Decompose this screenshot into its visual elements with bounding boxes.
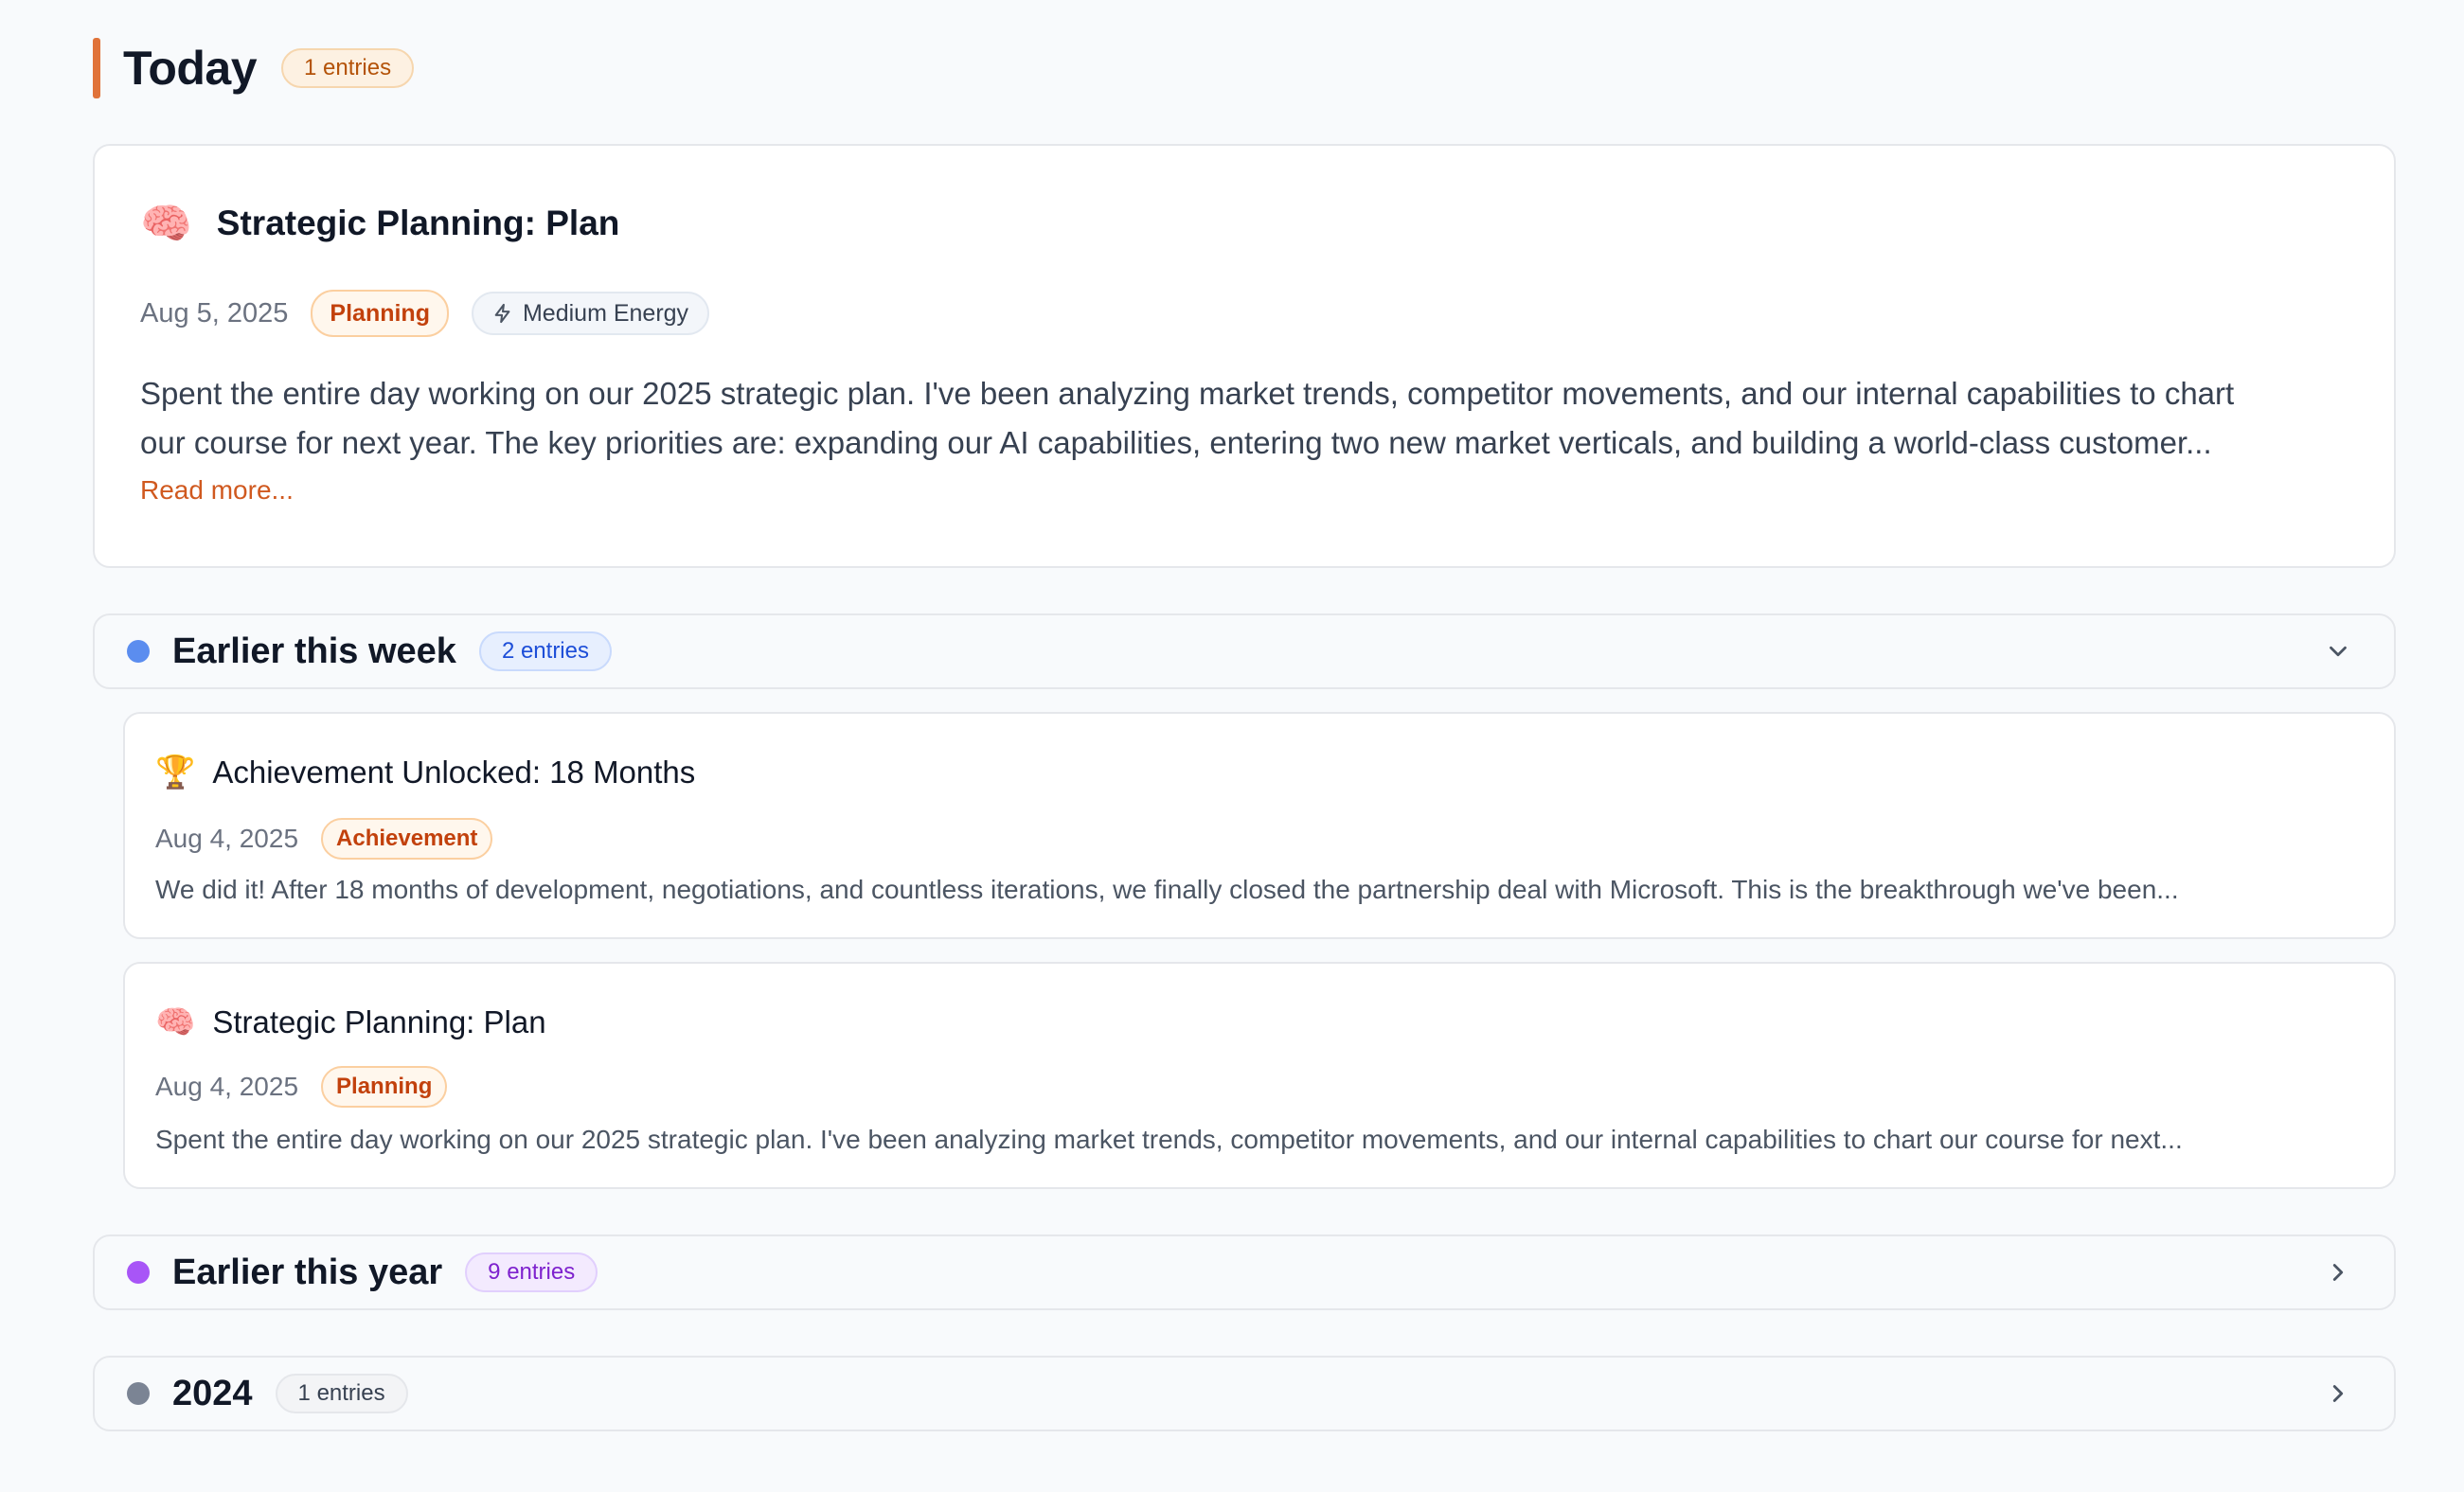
section-earlier-this-year[interactable]: Earlier this year 9 entries bbox=[93, 1234, 2396, 1310]
entry-card[interactable]: 🏆 Achievement Unlocked: 18 Months Aug 4,… bbox=[123, 712, 2396, 939]
category-tag: Achievement bbox=[321, 818, 493, 860]
journal-timeline: Today 1 entries 🧠 Strategic Planning: Pl… bbox=[0, 0, 2464, 1492]
entry-date: Aug 4, 2025 bbox=[155, 824, 299, 853]
section-count-badge: 2 entries bbox=[478, 631, 612, 671]
entry-title-row: 🧠 Strategic Planning: Plan bbox=[140, 199, 619, 248]
section-count-badge: 9 entries bbox=[465, 1252, 598, 1292]
today-title: Today bbox=[123, 42, 258, 95]
today-accent-bar bbox=[93, 38, 100, 98]
section-title: 2024 bbox=[172, 1373, 253, 1413]
energy-tag: Medium Energy bbox=[471, 292, 710, 335]
entry-date: Aug 4, 2025 bbox=[155, 1072, 299, 1101]
section-dot bbox=[127, 640, 150, 663]
entry-date: Aug 5, 2025 bbox=[140, 297, 289, 329]
entry-meta: Aug 4, 2025 Planning bbox=[155, 1066, 448, 1108]
entry-title: Achievement Unlocked: 18 Months bbox=[212, 755, 696, 790]
category-tag: Planning bbox=[321, 1066, 448, 1108]
brain-icon: 🧠 bbox=[155, 1004, 196, 1041]
energy-label: Medium Energy bbox=[522, 299, 689, 327]
trophy-icon: 🏆 bbox=[155, 754, 196, 791]
section-count-badge: 1 entries bbox=[275, 1374, 408, 1413]
chevron-right-icon[interactable] bbox=[2324, 1379, 2352, 1408]
lightning-icon bbox=[494, 303, 510, 324]
entry-meta: Aug 5, 2025 Planning Medium Energy bbox=[140, 290, 710, 337]
today-count-badge: 1 entries bbox=[281, 48, 415, 88]
section-title: Earlier this week bbox=[172, 631, 456, 671]
read-more-link[interactable]: Read more... bbox=[140, 475, 294, 506]
section-dot bbox=[127, 1261, 150, 1284]
entry-title-row: 🧠 Strategic Planning: Plan bbox=[155, 1004, 546, 1041]
entry-title: Strategic Planning: Plan bbox=[212, 1004, 546, 1039]
section-earlier-this-week[interactable]: Earlier this week 2 entries bbox=[93, 613, 2396, 689]
section-dot bbox=[127, 1382, 150, 1405]
section-title: Earlier this year bbox=[172, 1252, 443, 1292]
brain-icon: 🧠 bbox=[140, 200, 192, 248]
entry-meta: Aug 4, 2025 Achievement bbox=[155, 818, 493, 860]
entry-excerpt: We did it! After 18 months of developmen… bbox=[155, 875, 2179, 904]
excerpt-line-1: Spent the entire day working on our 2025… bbox=[140, 376, 2235, 411]
excerpt-line-2: our course for next year. The key priori… bbox=[140, 425, 2212, 460]
entry-card[interactable]: 🧠 Strategic Planning: Plan Aug 4, 2025 P… bbox=[123, 962, 2396, 1189]
today-header: Today 1 entries bbox=[93, 38, 415, 98]
entry-title-row: 🏆 Achievement Unlocked: 18 Months bbox=[155, 754, 695, 791]
chevron-down-icon[interactable] bbox=[2324, 637, 2352, 666]
category-tag: Planning bbox=[311, 290, 449, 337]
entry-title: Strategic Planning: Plan bbox=[216, 204, 620, 242]
entry-card-today[interactable]: 🧠 Strategic Planning: Plan Aug 5, 2025 P… bbox=[93, 144, 2396, 568]
chevron-right-icon[interactable] bbox=[2324, 1258, 2352, 1287]
entry-excerpt: Spent the entire day working on our 2025… bbox=[140, 369, 2356, 468]
entry-excerpt: Spent the entire day working on our 2025… bbox=[155, 1125, 2183, 1154]
section-2024[interactable]: 2024 1 entries bbox=[93, 1356, 2396, 1431]
